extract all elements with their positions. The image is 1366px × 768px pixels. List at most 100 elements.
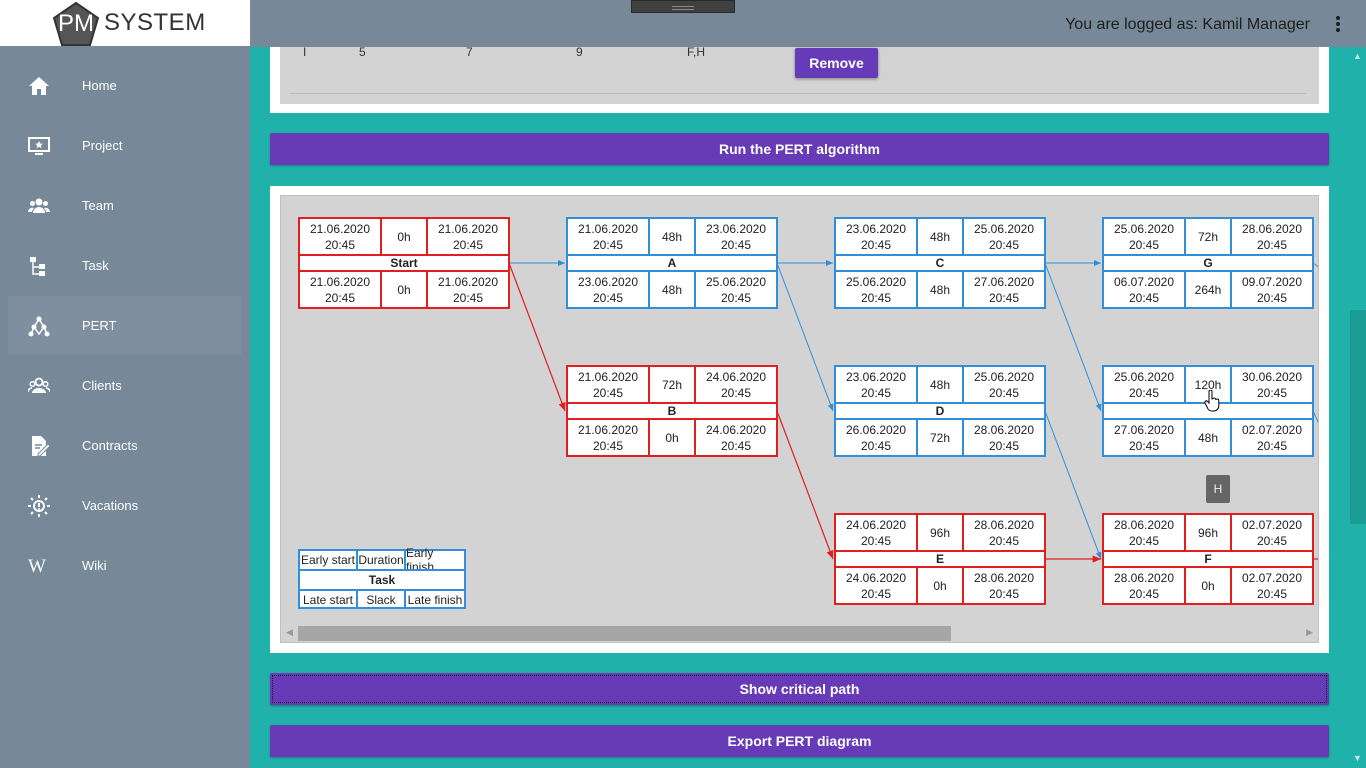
- pert-node-g[interactable]: 25.06.2020 20:45 72h 28.06.2020 20:45 G 06.0…: [1102, 217, 1314, 309]
- drag-handle[interactable]: [631, 0, 735, 13]
- more-options-icon[interactable]: [1330, 13, 1346, 35]
- predecessors-cell: F,H: [687, 45, 705, 59]
- sidebar-item-label: Team: [82, 197, 114, 213]
- run-pert-button[interactable]: Run the PERT algorithm: [270, 133, 1329, 165]
- late-start-cell: 26.06.2020 20:45: [845, 422, 907, 453]
- pessimistic-cell: 9: [576, 45, 583, 59]
- logo-system-text: SYSTEM: [104, 9, 206, 36]
- early-finish-cell: 02.07.2020 20:45: [1241, 517, 1303, 548]
- late-start-cell: 06.07.2020 20:45: [1113, 274, 1175, 305]
- sidebar-item-label: Wiki: [82, 557, 107, 573]
- scroll-up-icon[interactable]: ▲: [1353, 51, 1362, 61]
- late-finish-cell: 02.07.2020 20:45: [1241, 422, 1303, 453]
- task-name-cell: C: [935, 256, 945, 270]
- sidebar-item-label: PERT: [82, 317, 117, 333]
- early-finish-cell: 30.06.2020 20:45: [1241, 369, 1303, 400]
- legend-task: Task: [368, 573, 396, 587]
- edge-start-b: [508, 262, 566, 412]
- duration-cell: 0h: [380, 219, 428, 254]
- task-name-cell: Start: [390, 256, 418, 270]
- svg-text:W: W: [28, 556, 46, 577]
- horizontal-scrollbar[interactable]: ◀ ▶: [281, 625, 1318, 642]
- late-start-cell: 25.06.2020 20:45: [845, 274, 907, 305]
- sidebar-item-project[interactable]: Project: [8, 116, 241, 174]
- duration-cell: 48h: [916, 219, 964, 254]
- sidebar-item-label: Contracts: [82, 437, 138, 453]
- scrollbar-thumb[interactable]: [298, 626, 951, 641]
- slack-cell: 48h: [916, 272, 964, 307]
- early-start-cell: 21.06.2020 20:45: [309, 221, 371, 252]
- late-finish-cell: 09.07.2020 20:45: [1241, 274, 1303, 305]
- task-name-cell: F: [1204, 552, 1212, 566]
- pert-node-b[interactable]: 21.06.2020 20:45 72h 24.06.2020 20:45 B 21.0…: [566, 365, 778, 457]
- early-start-cell: 24.06.2020 20:45: [845, 517, 907, 548]
- sidebar-item-task[interactable]: Task: [8, 236, 241, 294]
- sidebar-item-vacations[interactable]: Vacations: [8, 476, 241, 534]
- sidebar-item-home[interactable]: Home: [8, 56, 241, 114]
- duration-cell: 96h: [1184, 515, 1232, 550]
- optimistic-cell: 5: [359, 45, 366, 59]
- sidebar-item-label: Project: [82, 137, 123, 153]
- task-icon: [30, 257, 45, 276]
- early-start-cell: 21.06.2020 20:45: [577, 369, 639, 400]
- logged-user-text: You are logged as: Kamil Manager: [1065, 16, 1310, 33]
- sidebar-item-team[interactable]: Team: [8, 176, 241, 234]
- slack-cell: 0h: [916, 568, 964, 603]
- scrollbar-thumb[interactable]: [1350, 310, 1366, 524]
- remove-button[interactable]: Remove: [795, 48, 878, 78]
- early-finish-cell: 24.06.2020 20:45: [705, 369, 767, 400]
- early-finish-cell: 23.06.2020 20:45: [705, 221, 767, 252]
- table-divider: [290, 93, 1307, 94]
- node-tooltip: H: [1206, 475, 1230, 503]
- pert-legend: Early start Duration Early finish Task L…: [298, 546, 466, 609]
- vertical-scrollbar[interactable]: ▲ ▼: [1350, 47, 1366, 768]
- app-logo[interactable]: PM SYSTEM: [0, 0, 250, 46]
- show-critical-path-button[interactable]: Show critical path: [270, 673, 1329, 705]
- legend-late-start: Late start: [302, 593, 354, 607]
- slack-cell: 0h: [1184, 568, 1232, 603]
- pert-diagram-card: 21.06.2020 20:45 0h 21.06.2020 20:45 Start 2…: [270, 186, 1329, 653]
- hand-cursor-icon: [1204, 390, 1220, 412]
- scroll-right-icon[interactable]: ▶: [1306, 627, 1313, 638]
- home-icon: [29, 77, 49, 95]
- sidebar-item-label: Vacations: [82, 497, 139, 513]
- export-pert-button[interactable]: Export PERT diagram: [270, 725, 1329, 757]
- early-finish-cell: 21.06.2020 20:45: [437, 221, 499, 252]
- top-header: You are logged as: Kamil Manager: [250, 0, 1366, 47]
- sidebar-item-wiki[interactable]: W Wiki: [8, 536, 241, 594]
- pert-node-c[interactable]: 23.06.2020 20:45 48h 25.06.2020 20:45 C 25.0…: [834, 217, 1046, 309]
- contracts-icon: [32, 436, 50, 457]
- sidebar-item-contracts[interactable]: Contracts: [8, 416, 241, 474]
- sidebar-item-clients[interactable]: Clients: [8, 356, 241, 414]
- late-start-cell: 23.06.2020 20:45: [577, 274, 639, 305]
- sidebar-item-pert[interactable]: PERT: [8, 296, 241, 354]
- pert-node-d[interactable]: 23.06.2020 20:45 48h 25.06.2020 20:45 D 26.0…: [834, 365, 1046, 457]
- pert-diagram: 21.06.2020 20:45 0h 21.06.2020 20:45 Start 2…: [280, 195, 1319, 643]
- early-start-cell: 25.06.2020 20:45: [1113, 369, 1175, 400]
- pert-node-a[interactable]: 21.06.2020 20:45 48h 23.06.2020 20:45 A 23.0…: [566, 217, 778, 309]
- duration-cell: 48h: [648, 219, 696, 254]
- project-icon: [28, 137, 50, 155]
- edge-c-h: [1044, 262, 1102, 412]
- pert-node-f[interactable]: 28.06.2020 20:45 96h 02.07.2020 20:45 F 28.0…: [1102, 513, 1314, 605]
- edge-b-e: [776, 410, 834, 560]
- legend-early-finish: Early finish: [406, 546, 435, 574]
- late-start-cell: 21.06.2020 20:45: [309, 274, 371, 305]
- late-finish-cell: 28.06.2020 20:45: [973, 422, 1035, 453]
- slack-cell: 48h: [1184, 420, 1232, 455]
- pert-node-e[interactable]: 24.06.2020 20:45 96h 28.06.2020 20:45 E 24.0…: [834, 513, 1046, 605]
- duration-cell: 48h: [916, 367, 964, 402]
- scroll-left-icon[interactable]: ◀: [286, 627, 293, 638]
- early-start-cell: 23.06.2020 20:45: [845, 369, 907, 400]
- late-finish-cell: 27.06.2020 20:45: [973, 274, 1035, 305]
- late-start-cell: 28.06.2020 20:45: [1113, 570, 1175, 601]
- duration-cell: 72h: [1184, 219, 1232, 254]
- early-start-cell: 23.06.2020 20:45: [845, 221, 907, 252]
- duration-cell: 72h: [648, 367, 696, 402]
- task-name-cell: D: [935, 404, 945, 418]
- scroll-down-icon[interactable]: ▼: [1353, 753, 1362, 763]
- task-name-cell: E: [935, 552, 944, 566]
- duration-cell: 96h: [916, 515, 964, 550]
- late-finish-cell: 25.06.2020 20:45: [705, 274, 767, 305]
- pert-node-start[interactable]: 21.06.2020 20:45 0h 21.06.2020 20:45 Start 2…: [298, 217, 510, 309]
